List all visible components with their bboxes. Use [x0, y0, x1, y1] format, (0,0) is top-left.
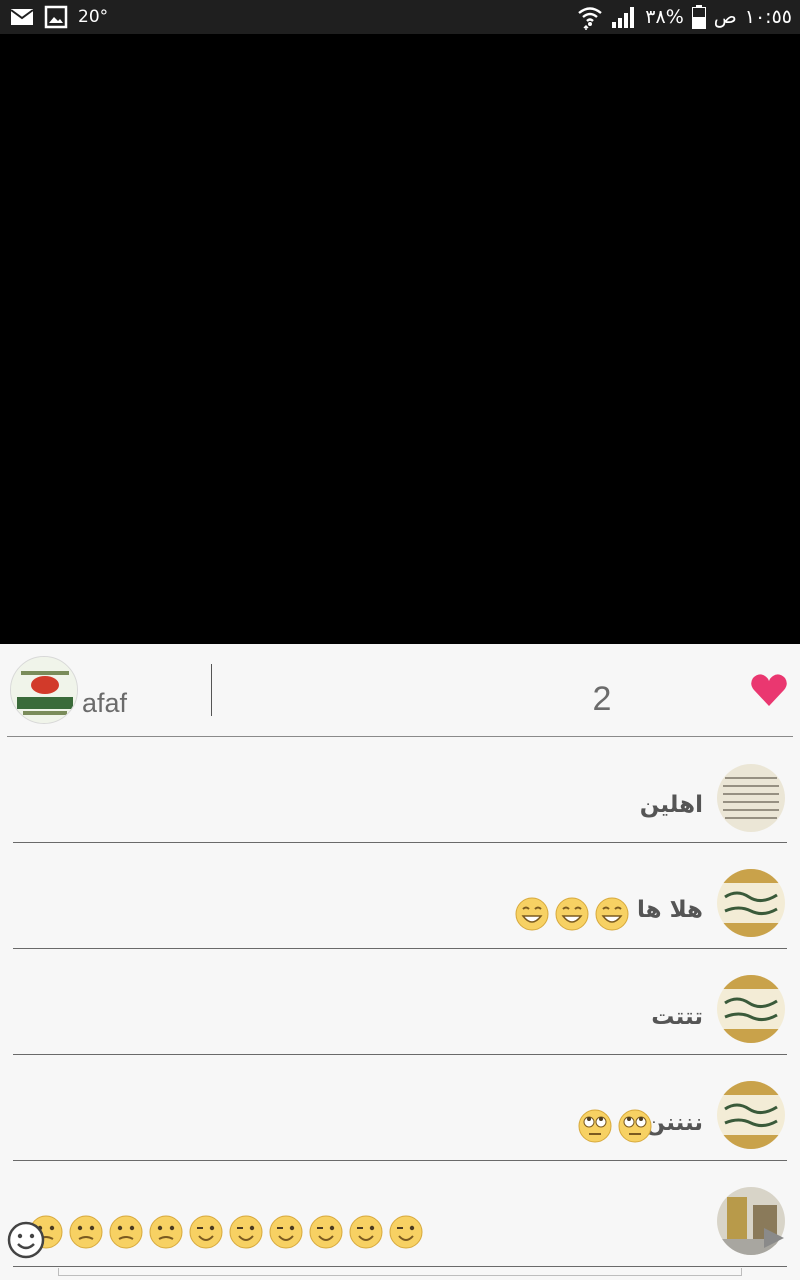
laughing-emoji-icon: [555, 897, 589, 931]
comment-divider: [13, 842, 787, 843]
battery-percentage: ٣٨%: [645, 6, 684, 28]
comment-divider: [13, 1266, 787, 1267]
laughing-emoji-icon: [595, 897, 629, 931]
comment-text: تتتت: [651, 1004, 703, 1030]
eye-roll-emoji-icon: [618, 1109, 652, 1143]
info-divider-line: [7, 736, 793, 737]
host-avatar-image: [11, 657, 77, 723]
commenter-avatar[interactable]: [717, 764, 785, 832]
confused-emoji-icon: [109, 1215, 143, 1249]
info-divider: [211, 664, 212, 716]
host-avatar[interactable]: [10, 656, 78, 724]
wifi-icon: [578, 7, 603, 30]
play-arrow-icon: [764, 1228, 784, 1248]
winking-emoji-icon: [229, 1215, 263, 1249]
comment-divider: [13, 948, 787, 949]
emoji-row: [514, 896, 630, 932]
comment-text: اهلين: [639, 792, 703, 818]
weather-temperature: 20°: [78, 7, 109, 27]
avatar-image: [717, 764, 785, 832]
status-bar: 20° ٣٨% ص ١٠:٥٥: [0, 0, 800, 34]
winking-emoji-icon: [349, 1215, 383, 1249]
signal-icon: [612, 7, 635, 28]
avatar-image: [717, 869, 785, 937]
winking-emoji-icon: [269, 1215, 303, 1249]
video-player[interactable]: [0, 34, 800, 644]
comment-text: هلا ها: [636, 897, 703, 923]
confused-emoji-icon: [69, 1215, 103, 1249]
commenter-avatar[interactable]: [717, 869, 785, 937]
commenter-avatar[interactable]: [717, 975, 785, 1043]
commenter-avatar[interactable]: [717, 1081, 785, 1149]
heart-icon[interactable]: [749, 670, 789, 710]
avatar-image: [717, 1081, 785, 1149]
email-notification-icon: [10, 9, 34, 25]
winking-emoji-icon: [389, 1215, 423, 1249]
avatar-image: [717, 975, 785, 1043]
like-count: 2: [592, 680, 612, 718]
winking-emoji-icon: [189, 1215, 223, 1249]
emoji-row: [28, 1214, 424, 1250]
confused-emoji-icon: [149, 1215, 183, 1249]
time-period: ص: [713, 6, 737, 28]
gallery-notification-icon: [44, 5, 68, 29]
comment-divider: [13, 1160, 787, 1161]
emoji-picker-icon[interactable]: [6, 1220, 46, 1260]
laughing-emoji-icon: [515, 897, 549, 931]
emoji-row: [577, 1108, 653, 1144]
battery-icon: [691, 5, 706, 29]
eye-roll-emoji-icon: [578, 1109, 612, 1143]
comment-input-outline[interactable]: [58, 1268, 742, 1276]
host-name[interactable]: afaf: [82, 688, 127, 719]
winking-emoji-icon: [309, 1215, 343, 1249]
comment-divider: [13, 1054, 787, 1055]
clock: ١٠:٥٥: [744, 6, 792, 28]
comment-text: ننننن: [645, 1110, 704, 1136]
